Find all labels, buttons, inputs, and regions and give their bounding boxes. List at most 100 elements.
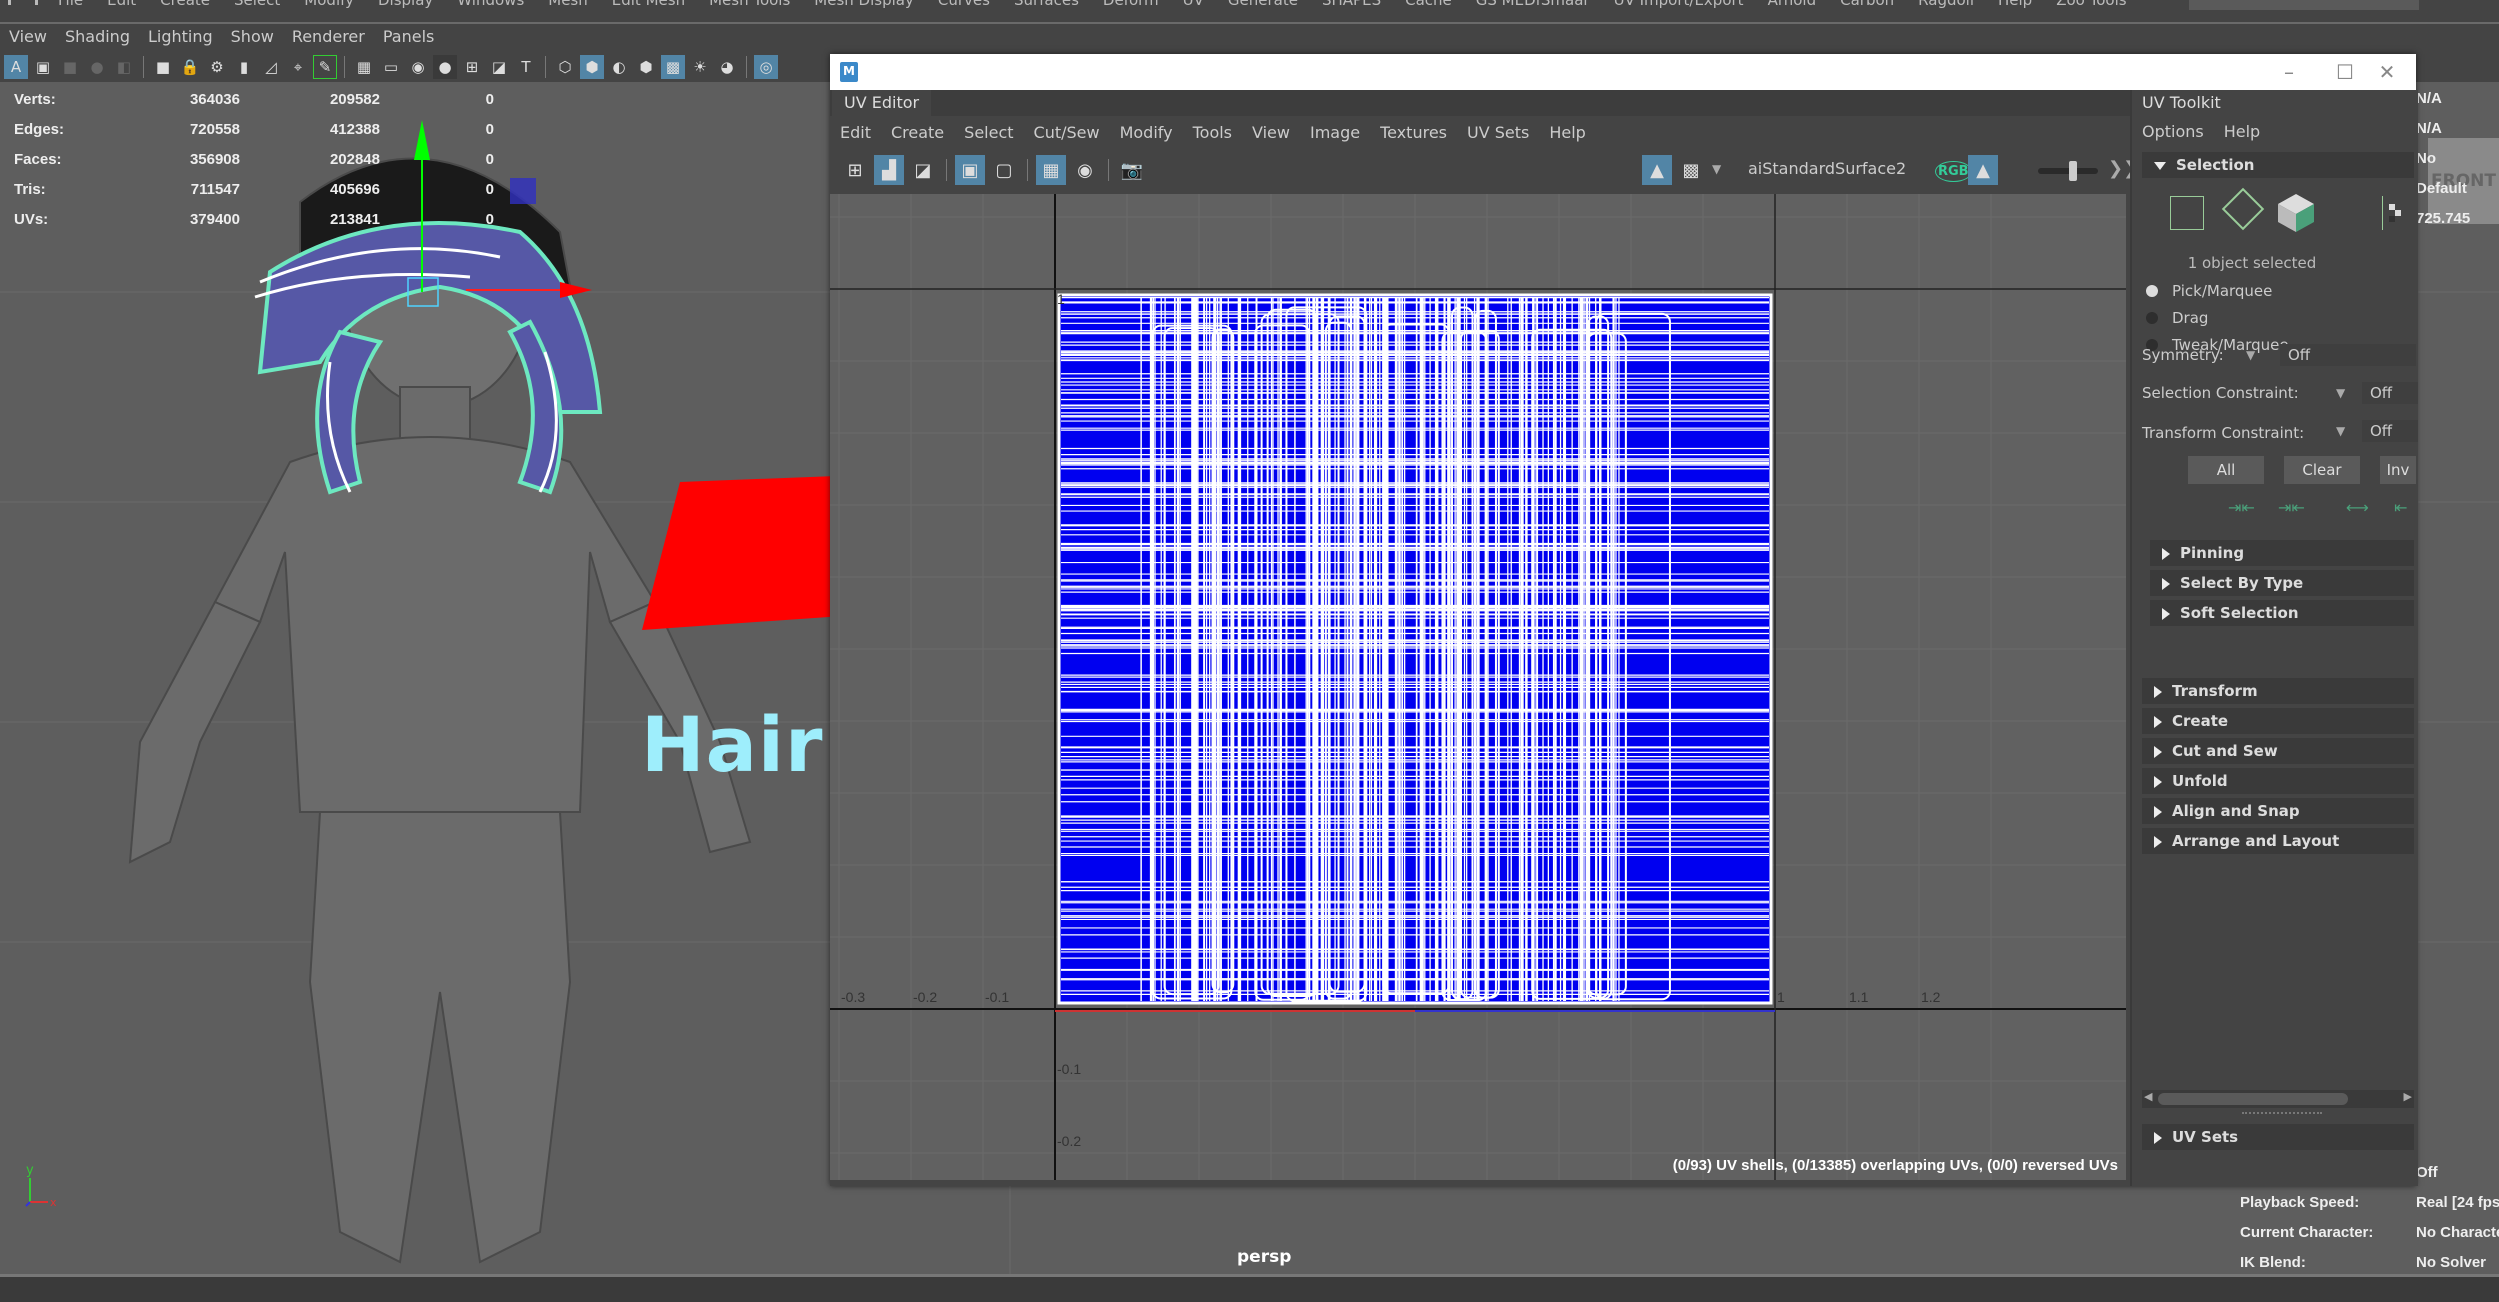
bookmark-flag-icon[interactable]: ▮ xyxy=(232,55,256,79)
toolkit-scrollbar[interactable]: ◀ ▶ xyxy=(2142,1090,2414,1108)
uv-editor-titlebar[interactable]: M – ☐ ✕ xyxy=(830,54,2416,90)
symmetry-value[interactable]: Off xyxy=(2280,344,2416,366)
clear-selection-button[interactable]: Clear xyxy=(2284,456,2360,484)
scrollbar-thumb[interactable] xyxy=(2158,1093,2348,1105)
uv-menu-tools[interactable]: Tools xyxy=(1183,123,1242,142)
uv-menu-create[interactable]: Create xyxy=(881,123,954,142)
grease-pencil-icon[interactable]: ◿ xyxy=(259,55,283,79)
section-soft-selection[interactable]: Soft Selection xyxy=(2150,600,2414,626)
panel-resize-handle[interactable] xyxy=(2242,1112,2322,1114)
selection-constraint-value[interactable]: Off xyxy=(2362,382,2418,404)
uv-shell-select-icon[interactable] xyxy=(2382,196,2413,230)
section-select-by-type[interactable]: Select By Type xyxy=(2150,570,2414,596)
checker-icon[interactable]: ▩ xyxy=(1676,155,1706,185)
select-camera-icon[interactable]: A xyxy=(4,55,28,79)
camera-icon[interactable]: ■ xyxy=(151,55,175,79)
invert-selection-button[interactable]: Inv xyxy=(2380,456,2416,484)
image-dropdown-icon[interactable]: ▼ xyxy=(1712,162,1721,176)
smooth-shade-icon[interactable]: ⬢ xyxy=(580,55,604,79)
menu-file[interactable]: File xyxy=(46,0,95,9)
resolution-gate-icon[interactable]: ◉ xyxy=(406,55,430,79)
section-pinning[interactable]: Pinning xyxy=(2150,540,2414,566)
scroll-right-icon[interactable]: ▶ xyxy=(2404,1090,2412,1103)
menu-ragdoll[interactable]: Ragdoll xyxy=(1906,0,1986,9)
shader-selector[interactable]: aiStandardSurface2 xyxy=(1740,154,1918,184)
uv-texture-view[interactable]: (0/93) UV shells, (0/13385) overlapping … xyxy=(830,194,2126,1180)
symmetry-dropdown-icon[interactable]: ▼ xyxy=(2246,348,2255,362)
menu-uv-import-export[interactable]: UV Import/Export xyxy=(1602,0,1756,9)
display-grid-icon[interactable]: ▣ xyxy=(955,155,985,185)
grid-icon[interactable]: ▦ xyxy=(352,55,376,79)
uv-menu-textures[interactable]: Textures xyxy=(1370,123,1457,142)
shell-select-icon[interactable]: ▟ xyxy=(874,155,904,185)
grow-selection-icon[interactable]: ⇥⇤ xyxy=(2278,498,2305,517)
uv-menu-help[interactable]: Help xyxy=(1539,123,1595,142)
display-image-icon[interactable]: ▲ xyxy=(1642,155,1672,185)
close-button[interactable]: ✕ xyxy=(2372,60,2402,84)
tab-uv-editor[interactable]: UV Editor xyxy=(832,90,932,116)
shrink-selection-icon[interactable]: ⇥⇤ xyxy=(2228,498,2255,517)
face-select-icon[interactable] xyxy=(2276,192,2316,232)
uv-menu-edit[interactable]: Edit xyxy=(830,123,881,142)
exposure-image-icon[interactable]: ▲ xyxy=(1968,155,1998,185)
viewport-menu-view[interactable]: View xyxy=(0,24,56,49)
menu-gs-medfsmaar[interactable]: GS MEDfSmaar xyxy=(1464,0,1602,9)
menu-mesh[interactable]: Mesh xyxy=(536,0,600,9)
section-unfold[interactable]: Unfold xyxy=(2142,768,2414,794)
select-all-button[interactable]: All xyxy=(2188,456,2264,484)
viewport-menu-panels[interactable]: Panels xyxy=(374,24,444,49)
exposure-slider[interactable] xyxy=(2038,161,2098,181)
isolate-select-icon[interactable]: ◎ xyxy=(754,55,778,79)
edge-select-icon[interactable] xyxy=(2221,187,2265,231)
uv-menu-view[interactable]: View xyxy=(1242,123,1300,142)
transform-constraint-dropdown-icon[interactable]: ▼ xyxy=(2336,424,2345,438)
menu-help[interactable]: Help xyxy=(1986,0,2044,9)
viewport-menu-shading[interactable]: Shading xyxy=(56,24,139,49)
scroll-left-icon[interactable]: ◀ xyxy=(2144,1090,2152,1103)
selection-constraint-dropdown-icon[interactable]: ▼ xyxy=(2336,386,2345,400)
viewport-menu-lighting[interactable]: Lighting xyxy=(139,24,222,49)
field-chart-icon[interactable]: ⊞ xyxy=(460,55,484,79)
camera-settings-icon[interactable]: ⚙ xyxy=(205,55,229,79)
radio-indicator[interactable] xyxy=(2146,285,2158,297)
pixel-snap-icon[interactable]: ▢ xyxy=(989,155,1019,185)
menu-surfaces[interactable]: Surfaces xyxy=(1002,0,1091,9)
toolkit-menu-options[interactable]: Options xyxy=(2132,122,2214,141)
shadows-icon[interactable]: ◕ xyxy=(715,55,739,79)
menu-uv[interactable]: UV xyxy=(1171,0,1216,9)
uv-menu-uv-sets[interactable]: UV Sets xyxy=(1457,123,1539,142)
image-plane-icon[interactable]: ● xyxy=(85,55,109,79)
default-material-icon[interactable]: ◐ xyxy=(607,55,631,79)
menu-shapes[interactable]: SHAPES xyxy=(1310,0,1393,9)
section-transform[interactable]: Transform xyxy=(2142,678,2414,704)
workspace-selector[interactable] xyxy=(2189,0,2419,10)
menu-deform[interactable]: Deform xyxy=(1091,0,1171,9)
menu-curves[interactable]: Curves xyxy=(926,0,1002,9)
menu-mesh-display[interactable]: Mesh Display xyxy=(802,0,926,9)
section-create[interactable]: Create xyxy=(2142,708,2414,734)
menu-create[interactable]: Create xyxy=(148,0,222,9)
uv-menu-image[interactable]: Image xyxy=(1300,123,1370,142)
menu-modify[interactable]: Modify xyxy=(292,0,366,9)
exposure-slider-knob[interactable] xyxy=(2069,161,2078,181)
select-border-icon[interactable]: ⇤ xyxy=(2394,498,2407,517)
bookmark-icon[interactable]: ■ xyxy=(58,55,82,79)
menu-generate[interactable]: Generate xyxy=(1216,0,1310,9)
wireframe-icon[interactable]: ⬡ xyxy=(553,55,577,79)
section-cut-and-sew[interactable]: Cut and Sew xyxy=(2142,738,2414,764)
snapshot-camera-icon[interactable]: 📷 xyxy=(1117,155,1147,185)
film-gate-icon[interactable]: ▭ xyxy=(379,55,403,79)
radio-indicator[interactable] xyxy=(2146,312,2158,324)
grow-shell-icon[interactable]: ⟷ xyxy=(2346,498,2369,517)
safe-title-icon[interactable]: T xyxy=(514,55,538,79)
section-uv-sets[interactable]: UV Sets xyxy=(2142,1124,2414,1150)
lights-icon[interactable]: ☀ xyxy=(688,55,712,79)
menu-cache[interactable]: Cache xyxy=(1393,0,1464,9)
menu-edit[interactable]: Edit xyxy=(95,0,148,9)
safe-action-icon[interactable]: ◪ xyxy=(487,55,511,79)
menu-display[interactable]: Display xyxy=(366,0,445,9)
menu-windows[interactable]: Windows xyxy=(445,0,536,9)
vertex-select-icon[interactable] xyxy=(2170,196,2204,230)
frame-selection-icon[interactable]: ⌖ xyxy=(286,55,310,79)
uv-menu-cut-sew[interactable]: Cut/Sew xyxy=(1024,123,1110,142)
